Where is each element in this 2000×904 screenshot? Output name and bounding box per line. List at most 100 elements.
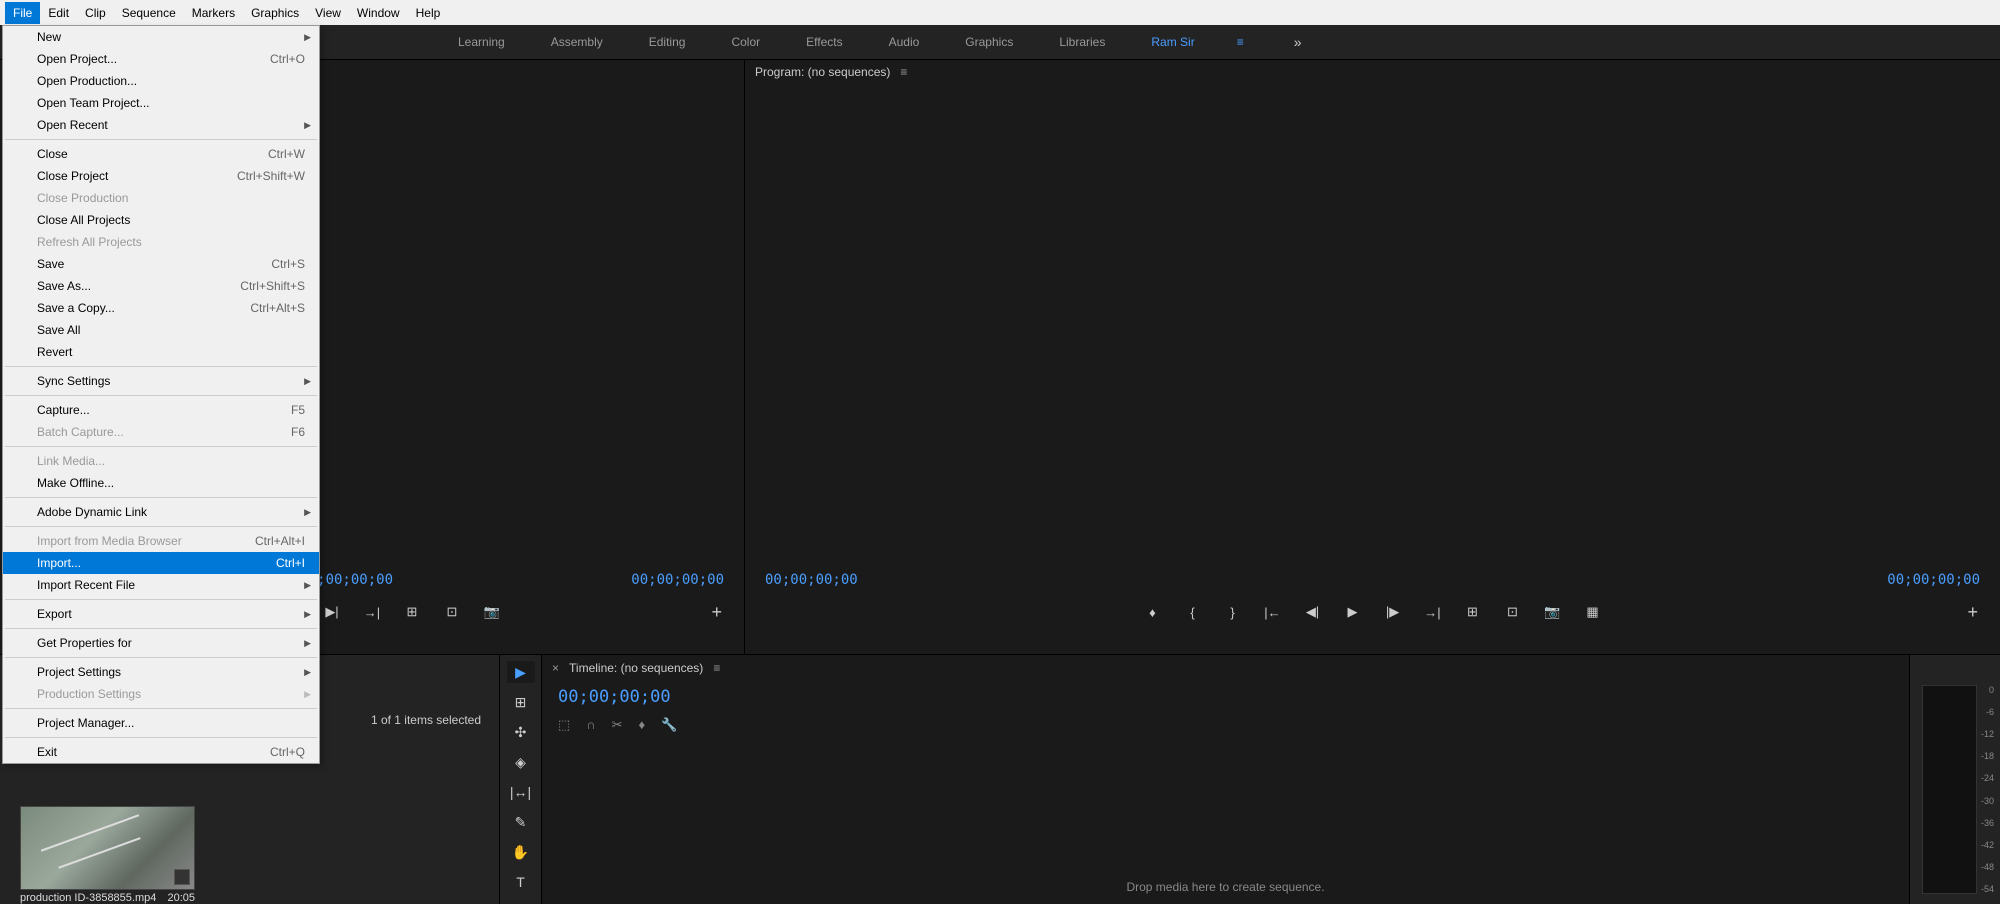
menu-item-label: Close All Projects (37, 213, 130, 227)
menu-item-save-a-copy[interactable]: Save a Copy...Ctrl+Alt+S (3, 297, 319, 319)
menu-file[interactable]: File (5, 2, 40, 24)
menu-help[interactable]: Help (408, 2, 449, 24)
menu-item-capture[interactable]: Capture...F5 (3, 399, 319, 421)
menu-item-exit[interactable]: ExitCtrl+Q (3, 741, 319, 763)
menu-separator (5, 737, 317, 738)
menu-item-new[interactable]: New▶ (3, 26, 319, 48)
menu-separator (5, 599, 317, 600)
menu-window[interactable]: Window (349, 2, 408, 24)
menu-item-revert[interactable]: Revert (3, 341, 319, 363)
menu-clip[interactable]: Clip (77, 2, 114, 24)
menu-item-label: Open Production... (37, 74, 137, 88)
clip-thumbnail[interactable]: production ID-3858855.mp4 20:05 (20, 806, 195, 904)
workspace-effects[interactable]: Effects (798, 31, 850, 53)
panel-menu-icon[interactable]: ≡ (900, 65, 907, 79)
insert-button[interactable]: ⊞ (402, 602, 422, 622)
menu-item-open-team-project[interactable]: Open Team Project... (3, 92, 319, 114)
menu-shortcut: Ctrl+I (276, 556, 305, 570)
workspace-editing[interactable]: Editing (641, 31, 694, 53)
tool-3[interactable]: ◈ (507, 751, 535, 773)
clip-name: production ID-3858855.mp4 (20, 892, 156, 904)
meter-tick: -6 (1981, 707, 1994, 717)
menu-view[interactable]: View (307, 2, 349, 24)
menu-item-close-production: Close Production (3, 187, 319, 209)
workspace-assembly[interactable]: Assembly (543, 31, 611, 53)
menu-item-label: Close Project (37, 169, 108, 183)
menu-item-import[interactable]: Import...Ctrl+I (3, 552, 319, 574)
tool-6[interactable]: ✋ (507, 841, 535, 863)
menu-item-adobe-dynamic-link[interactable]: Adobe Dynamic Link▶ (3, 501, 319, 523)
menu-item-save[interactable]: SaveCtrl+S (3, 253, 319, 275)
marker-icon[interactable]: ✂ (612, 717, 623, 733)
menu-item-close-all-projects[interactable]: Close All Projects (3, 209, 319, 231)
tool-5[interactable]: ✎ (507, 811, 535, 833)
tool-2[interactable]: ✣ (507, 721, 535, 743)
menu-item-close[interactable]: CloseCtrl+W (3, 143, 319, 165)
submenu-arrow-icon: ▶ (304, 638, 311, 649)
export-frame-button[interactable]: 📷 (1543, 602, 1563, 622)
goto-in-button[interactable]: |← (1263, 602, 1283, 622)
menu-item-get-properties-for[interactable]: Get Properties for▶ (3, 632, 319, 654)
link-icon[interactable]: ∩ (586, 717, 595, 733)
menu-item-make-offline[interactable]: Make Offline... (3, 472, 319, 494)
step-fwd-button[interactable]: ▶| (322, 602, 342, 622)
menu-item-save-as[interactable]: Save As...Ctrl+Shift+S (3, 275, 319, 297)
add-marker-button[interactable]: ♦ (1143, 602, 1163, 622)
goto-out-button[interactable]: →| (362, 602, 382, 622)
add-button-icon[interactable]: + (711, 602, 722, 623)
menu-item-label: Production Settings (37, 687, 141, 701)
add-button-icon[interactable]: + (1967, 602, 1978, 623)
workspace-color[interactable]: Color (723, 31, 768, 53)
workspace-audio[interactable]: Audio (881, 31, 928, 53)
menu-graphics[interactable]: Graphics (243, 2, 307, 24)
menu-sequence[interactable]: Sequence (114, 2, 184, 24)
workspace-learning[interactable]: Learning (450, 31, 513, 53)
program-timecode-left: 00;00;00;00 (765, 572, 858, 588)
goto-out-button[interactable]: →| (1423, 602, 1443, 622)
extract-button[interactable]: ⊡ (1503, 602, 1523, 622)
overwrite-button[interactable]: ⊡ (442, 602, 462, 622)
menu-item-close-project[interactable]: Close ProjectCtrl+Shift+W (3, 165, 319, 187)
menu-markers[interactable]: Markers (184, 2, 243, 24)
tool-4[interactable]: |↔| (507, 781, 535, 803)
menu-item-save-all[interactable]: Save All (3, 319, 319, 341)
menu-item-open-production[interactable]: Open Production... (3, 70, 319, 92)
workspace-more-icon[interactable]: » (1294, 34, 1302, 50)
meter-tick: -12 (1981, 729, 1994, 739)
workspace-graphics[interactable]: Graphics (957, 31, 1021, 53)
menu-shortcut: Ctrl+Q (270, 745, 305, 759)
compare-button[interactable]: ▦ (1583, 602, 1603, 622)
step-fwd-button[interactable]: |▶ (1383, 602, 1403, 622)
mark-in-button[interactable]: { (1183, 602, 1203, 622)
menu-item-project-manager[interactable]: Project Manager... (3, 712, 319, 734)
play-button[interactable]: ▶ (1343, 602, 1363, 622)
menu-shortcut: F6 (291, 425, 305, 439)
workspace-menu-icon[interactable]: ≡ (1237, 35, 1244, 49)
tool-7[interactable]: T (507, 871, 535, 893)
panel-menu-icon[interactable]: ≡ (713, 661, 720, 675)
tool-0[interactable]: ▶ (507, 661, 535, 683)
menu-shortcut: Ctrl+Shift+S (240, 279, 305, 293)
menu-edit[interactable]: Edit (40, 2, 77, 24)
workspace-libraries[interactable]: Libraries (1051, 31, 1113, 53)
export-frame-button[interactable]: 📷 (482, 602, 502, 622)
timeline-timecode[interactable]: 00;00;00;00 (542, 681, 1909, 713)
wrench-icon[interactable]: 🔧 (661, 717, 677, 733)
menu-item-project-settings[interactable]: Project Settings▶ (3, 661, 319, 683)
step-back-button[interactable]: ◀| (1303, 602, 1323, 622)
menu-item-import-recent-file[interactable]: Import Recent File▶ (3, 574, 319, 596)
menu-item-label: Make Offline... (37, 476, 114, 490)
close-icon[interactable]: × (552, 661, 559, 675)
snap-icon[interactable]: ⬚ (558, 717, 570, 733)
meter-tick: -30 (1981, 796, 1994, 806)
workspace-active[interactable]: Ram Sir (1143, 31, 1202, 53)
menu-item-export[interactable]: Export▶ (3, 603, 319, 625)
tool-1[interactable]: ⊞ (507, 691, 535, 713)
menu-item-open-recent[interactable]: Open Recent▶ (3, 114, 319, 136)
lift-button[interactable]: ⊞ (1463, 602, 1483, 622)
mark-out-button[interactable]: } (1223, 602, 1243, 622)
marker-add-icon[interactable]: ♦ (639, 717, 646, 733)
submenu-arrow-icon: ▶ (304, 507, 311, 518)
menu-item-open-project[interactable]: Open Project...Ctrl+O (3, 48, 319, 70)
menu-item-sync-settings[interactable]: Sync Settings▶ (3, 370, 319, 392)
